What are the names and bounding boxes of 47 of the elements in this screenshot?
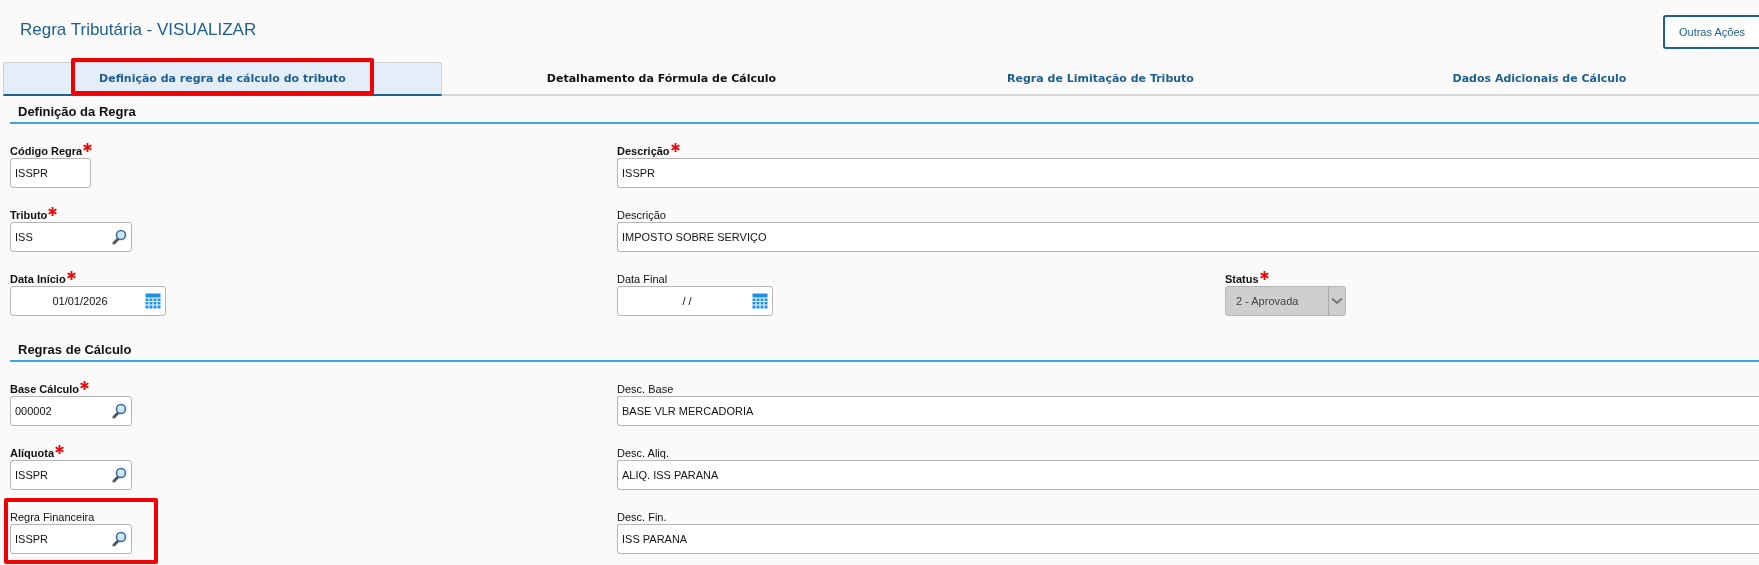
input-field[interactable]: 01/01/2026 bbox=[10, 286, 166, 316]
input-field[interactable]: ISSPR bbox=[10, 524, 132, 554]
tab[interactable]: Dados Adicionais de Cálculo bbox=[1320, 62, 1759, 96]
chevron-down-icon bbox=[1331, 297, 1343, 305]
asterisk-icon bbox=[670, 143, 680, 152]
input-field[interactable]: ISSPR bbox=[617, 158, 1759, 188]
calendar-icon[interactable] bbox=[752, 293, 768, 309]
field-label: Descrição bbox=[617, 208, 667, 222]
page-title: Regra Tributária - VISUALIZAR bbox=[20, 20, 257, 40]
asterisk-icon bbox=[1259, 271, 1269, 280]
field-label: Alíquota bbox=[10, 444, 132, 460]
field-label: Regra Financeira bbox=[10, 510, 96, 524]
field-label: Desc. Aliq. bbox=[617, 446, 670, 460]
section-title: Definição da Regra bbox=[10, 104, 1759, 124]
input-field[interactable]: BASE VLR MERCADORIA bbox=[617, 396, 1759, 426]
field-label: Desc. Fin. bbox=[617, 510, 668, 524]
search-icon[interactable] bbox=[111, 229, 127, 245]
input-field[interactable]: ALIQ. ISS PARANA bbox=[617, 460, 1759, 490]
field-label: Data Final bbox=[617, 272, 669, 286]
field-label: Base Cálculo bbox=[10, 380, 132, 396]
field-label: Tributo bbox=[10, 206, 132, 222]
more-actions-button[interactable]: Outras Ações bbox=[1663, 15, 1759, 49]
field-label: Data Início bbox=[10, 270, 166, 286]
input-field[interactable]: ISSPR bbox=[10, 158, 91, 188]
asterisk-icon bbox=[80, 381, 90, 390]
section-title: Regras de Cálculo bbox=[10, 342, 1759, 362]
asterisk-icon bbox=[55, 445, 64, 454]
asterisk-icon bbox=[83, 143, 93, 152]
input-field[interactable]: ISS bbox=[10, 222, 132, 252]
input-field[interactable]: / / bbox=[617, 286, 773, 316]
asterisk-icon bbox=[48, 207, 58, 216]
search-icon[interactable] bbox=[111, 531, 127, 547]
asterisk-icon bbox=[66, 271, 76, 280]
calendar-icon[interactable] bbox=[145, 293, 161, 309]
input-field[interactable]: 000002 bbox=[10, 396, 132, 426]
tab[interactable]: Definição da regra de cálculo do tributo bbox=[3, 62, 442, 96]
field-label: Descrição bbox=[617, 142, 1759, 158]
field-label: Código Regra bbox=[10, 142, 93, 158]
input-field[interactable]: ISS PARANA bbox=[617, 524, 1759, 554]
search-icon[interactable] bbox=[111, 403, 127, 419]
search-icon[interactable] bbox=[111, 467, 127, 483]
field-label: Status bbox=[1225, 270, 1346, 286]
input-field[interactable]: IMPOSTO SOBRE SERVIÇO bbox=[617, 222, 1759, 252]
field-label: Desc. Base bbox=[617, 382, 675, 396]
tab[interactable]: Detalhamento da Fórmula de Cálculo bbox=[442, 62, 881, 96]
tab[interactable]: Regra de Limitação de Tributo bbox=[881, 62, 1320, 96]
input-field[interactable]: ISSPR bbox=[10, 460, 132, 490]
